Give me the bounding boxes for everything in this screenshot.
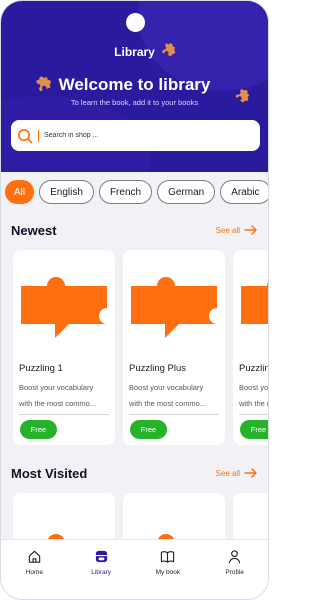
tab-library[interactable]: Library bbox=[68, 540, 135, 599]
book-description: Boost your vocabulary with the most comm… bbox=[239, 380, 269, 412]
puzzle-thumbnail-icon bbox=[21, 277, 107, 338]
free-badge[interactable]: Free bbox=[240, 420, 268, 439]
language-chip-german[interactable]: German bbox=[157, 180, 216, 204]
book-title: Puzzling Plus bbox=[129, 363, 187, 374]
camera-notch bbox=[126, 13, 145, 32]
most-visited-see-all-link[interactable]: See all bbox=[216, 468, 258, 478]
newest-section-title: Newest bbox=[11, 223, 57, 238]
tab-label: Home bbox=[25, 569, 44, 576]
newest-card-list: Puzzling 1 Boost your vocabulary with th… bbox=[13, 250, 269, 445]
arrow-right-icon bbox=[244, 225, 257, 235]
book-title: Puzzling bbox=[239, 363, 268, 374]
book-icon bbox=[161, 551, 175, 563]
card-divider bbox=[129, 414, 219, 415]
card-divider bbox=[239, 414, 268, 415]
free-badge[interactable]: Free bbox=[20, 420, 57, 439]
tab-label: My book bbox=[155, 569, 181, 576]
search-bar[interactable] bbox=[11, 120, 260, 151]
description-line: Boost your vocabulary bbox=[239, 383, 269, 392]
page-title: Library bbox=[114, 45, 155, 59]
tab-home[interactable]: Home bbox=[1, 540, 68, 599]
description-line: Boost your vocabulary bbox=[19, 383, 94, 392]
tab-label: Library bbox=[91, 569, 112, 576]
language-chip-all[interactable]: All bbox=[5, 180, 35, 204]
description-line: with the most commo... bbox=[129, 399, 207, 408]
book-card[interactable]: Puzzling 1 Boost your vocabulary with th… bbox=[13, 250, 115, 445]
book-description: Boost your vocabulary with the most comm… bbox=[19, 380, 111, 412]
language-chip-english[interactable]: English bbox=[39, 180, 94, 204]
library-icon bbox=[95, 550, 107, 563]
book-title: Puzzling 1 bbox=[19, 363, 63, 374]
bottom-tab-bar: Home Library My book Profile bbox=[1, 539, 268, 599]
welcome-subtitle: To learn the book, add it to your books bbox=[70, 98, 199, 107]
most-visited-section-title: Most Visited bbox=[11, 466, 88, 481]
search-divider bbox=[38, 129, 39, 142]
phone-screen: Library Welcome to library To learn the … bbox=[0, 0, 269, 600]
search-input[interactable] bbox=[44, 132, 234, 139]
see-all-label: See all bbox=[215, 225, 240, 235]
description-line: with the most commo... bbox=[19, 399, 97, 408]
free-badge[interactable]: Free bbox=[130, 420, 167, 439]
description-line: Boost your vocabulary bbox=[129, 383, 204, 392]
library-header: Library Welcome to library To learn the … bbox=[1, 1, 268, 172]
language-filter: All English French German Arabic bbox=[5, 180, 268, 204]
tab-profile[interactable]: Profile bbox=[201, 540, 268, 599]
tab-my-book[interactable]: My book bbox=[135, 540, 202, 599]
see-all-label: See all bbox=[215, 468, 240, 478]
language-chip-arabic[interactable]: Arabic bbox=[220, 180, 268, 204]
description-line: with the most commo... bbox=[239, 399, 268, 408]
newest-see-all-link[interactable]: See all bbox=[216, 225, 258, 235]
home-icon bbox=[28, 550, 41, 563]
puzzle-thumbnail-icon bbox=[131, 277, 217, 338]
arrow-right-icon bbox=[244, 468, 257, 478]
card-divider bbox=[19, 414, 109, 415]
book-card[interactable]: Puzzling Boost your vocabulary with the … bbox=[233, 250, 269, 445]
language-chip-french[interactable]: French bbox=[98, 180, 153, 204]
search-icon bbox=[18, 128, 33, 143]
tab-label: Profile bbox=[225, 569, 244, 576]
welcome-heading: Welcome to library bbox=[58, 75, 211, 94]
profile-icon bbox=[228, 550, 241, 564]
book-card[interactable]: Puzzling Plus Boost your vocabulary with… bbox=[123, 250, 225, 445]
puzzle-thumbnail-icon bbox=[241, 281, 268, 324]
book-description: Boost your vocabulary with the most comm… bbox=[129, 380, 221, 412]
